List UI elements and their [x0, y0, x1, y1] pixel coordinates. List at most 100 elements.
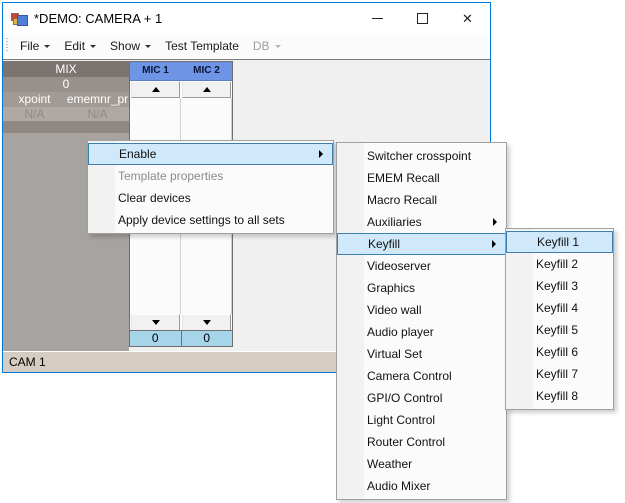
- menu-item-camera-control[interactable]: Camera Control: [337, 365, 506, 387]
- value-row: N/A N/A: [3, 107, 129, 121]
- menu-item-clear-devices[interactable]: Clear devices: [88, 187, 333, 209]
- menu-item-label: GPI/O Control: [367, 391, 442, 405]
- mic1-up-button[interactable]: [131, 81, 180, 98]
- menu-item-label: Keyfill 5: [536, 323, 578, 337]
- bus-value: 0: [3, 77, 129, 92]
- menu-item-virtual-set[interactable]: Virtual Set: [337, 343, 506, 365]
- column-header-xpoint: xpoint: [3, 92, 66, 107]
- menu-item-keyfill-3[interactable]: Keyfill 3: [506, 275, 613, 297]
- menu-item-label: Apply device settings to all sets: [118, 213, 285, 227]
- menu-edit[interactable]: Edit: [57, 35, 103, 57]
- increment-row: [130, 81, 232, 98]
- menu-item-keyfill-6[interactable]: Keyfill 6: [506, 341, 613, 363]
- context-menu: Enable Template properties Clear devices…: [87, 140, 334, 234]
- up-arrow-icon: [152, 87, 160, 92]
- channel-label-mic2: MIC 2: [181, 62, 232, 80]
- menu-item-label: Audio player: [367, 325, 434, 339]
- menu-item-keyfill[interactable]: Keyfill: [337, 233, 506, 255]
- menu-item-keyfill-2[interactable]: Keyfill 2: [506, 253, 613, 275]
- chevron-down-icon: [44, 45, 50, 48]
- menu-item-label: Weather: [367, 457, 412, 471]
- menu-item-graphics[interactable]: Graphics: [337, 277, 506, 299]
- menu-edit-label: Edit: [64, 39, 85, 53]
- menu-item-label: Keyfill 1: [537, 235, 579, 249]
- menu-item-enable[interactable]: Enable: [88, 143, 333, 165]
- menu-item-label: Keyfill 8: [536, 389, 578, 403]
- window-title: *DEMO: CAMERA + 1: [34, 11, 162, 26]
- close-icon: ✕: [462, 12, 473, 25]
- mic2-down-button[interactable]: [182, 314, 231, 331]
- menu-item-label: Keyfill 4: [536, 301, 578, 315]
- app-icon-blue-pane: [17, 15, 28, 26]
- keyfill-submenu: Keyfill 1 Keyfill 2 Keyfill 3 Keyfill 4 …: [505, 228, 614, 410]
- mic1-value[interactable]: 0: [130, 331, 182, 346]
- menu-show[interactable]: Show: [103, 35, 158, 57]
- menu-item-audio-player[interactable]: Audio player: [337, 321, 506, 343]
- window-controls: ✕: [355, 3, 490, 33]
- menu-db: DB: [246, 35, 288, 57]
- menu-item-audio-mixer[interactable]: Audio Mixer: [337, 475, 506, 497]
- menu-item-weather[interactable]: Weather: [337, 453, 506, 475]
- column-header-ememnr: ememnr_pr: [66, 92, 129, 107]
- menu-item-apply-device-settings[interactable]: Apply device settings to all sets: [88, 209, 333, 231]
- menu-item-label: Enable: [119, 147, 156, 161]
- menu-item-label: Graphics: [367, 281, 415, 295]
- menu-item-router-control[interactable]: Router Control: [337, 431, 506, 453]
- up-arrow-icon: [203, 87, 211, 92]
- menu-item-label: Keyfill 6: [536, 345, 578, 359]
- menu-item-gpio-control[interactable]: GPI/O Control: [337, 387, 506, 409]
- enable-submenu: Switcher crosspoint EMEM Recall Macro Re…: [336, 142, 507, 500]
- column-headers: xpoint ememnr_pr: [3, 92, 129, 107]
- decrement-row: [130, 314, 232, 331]
- menu-item-auxiliaries[interactable]: Auxiliaries: [337, 211, 506, 233]
- menu-item-video-wall[interactable]: Video wall: [337, 299, 506, 321]
- menu-item-template-properties: Template properties: [88, 165, 333, 187]
- minimize-button[interactable]: [355, 3, 400, 33]
- menu-item-label: Switcher crosspoint: [367, 149, 471, 163]
- menu-test-template[interactable]: Test Template: [158, 35, 246, 57]
- minimize-icon: [372, 18, 383, 19]
- menu-file[interactable]: File: [13, 35, 57, 57]
- chevron-down-icon: [145, 45, 151, 48]
- menu-item-keyfill-8[interactable]: Keyfill 8: [506, 385, 613, 407]
- menu-item-light-control[interactable]: Light Control: [337, 409, 506, 431]
- mic2-up-button[interactable]: [182, 81, 231, 98]
- mic2-value[interactable]: 0: [182, 331, 233, 346]
- menu-item-label: Macro Recall: [367, 193, 437, 207]
- title-bar[interactable]: *DEMO: CAMERA + 1 ✕: [3, 3, 490, 33]
- value-row: 0 0: [130, 330, 232, 346]
- menu-item-label: Keyfill 3: [536, 279, 578, 293]
- menu-item-keyfill-5[interactable]: Keyfill 5: [506, 319, 613, 341]
- ememnr-value: N/A: [66, 107, 129, 121]
- table-divider: [3, 121, 129, 133]
- menu-item-label: Auxiliaries: [367, 215, 422, 229]
- app-icon: [11, 10, 27, 26]
- toolstrip-grip[interactable]: [6, 38, 8, 53]
- bus-label: MIX: [3, 61, 129, 77]
- menu-item-label: EMEM Recall: [367, 171, 440, 185]
- desktop-canvas: *DEMO: CAMERA + 1 ✕ File Edit Show Test …: [0, 0, 625, 503]
- menu-item-switcher-crosspoint[interactable]: Switcher crosspoint: [337, 145, 506, 167]
- menu-item-label: Clear devices: [118, 191, 191, 205]
- menu-item-label: Template properties: [118, 169, 223, 183]
- mic1-down-button[interactable]: [131, 314, 180, 331]
- menu-item-label: Audio Mixer: [367, 479, 430, 493]
- maximize-button[interactable]: [400, 3, 445, 33]
- menu-item-keyfill-1[interactable]: Keyfill 1: [506, 231, 613, 253]
- menu-item-keyfill-7[interactable]: Keyfill 7: [506, 363, 613, 385]
- menu-item-label: Virtual Set: [367, 347, 422, 361]
- menu-item-label: Video wall: [367, 303, 421, 317]
- menu-item-keyfill-4[interactable]: Keyfill 4: [506, 297, 613, 319]
- menu-item-label: Light Control: [367, 413, 435, 427]
- menu-item-macro-recall[interactable]: Macro Recall: [337, 189, 506, 211]
- menu-item-emem-recall[interactable]: EMEM Recall: [337, 167, 506, 189]
- submenu-arrow-icon: [493, 218, 497, 226]
- menu-file-label: File: [20, 39, 39, 53]
- xpoint-value: N/A: [3, 107, 66, 121]
- menu-item-label: Videoserver: [367, 259, 431, 273]
- close-button[interactable]: ✕: [445, 3, 490, 33]
- submenu-arrow-icon: [319, 150, 323, 158]
- menu-item-label: Keyfill 7: [536, 367, 578, 381]
- mixer-header: MIC 1 MIC 2: [130, 62, 232, 81]
- menu-item-videoserver[interactable]: Videoserver: [337, 255, 506, 277]
